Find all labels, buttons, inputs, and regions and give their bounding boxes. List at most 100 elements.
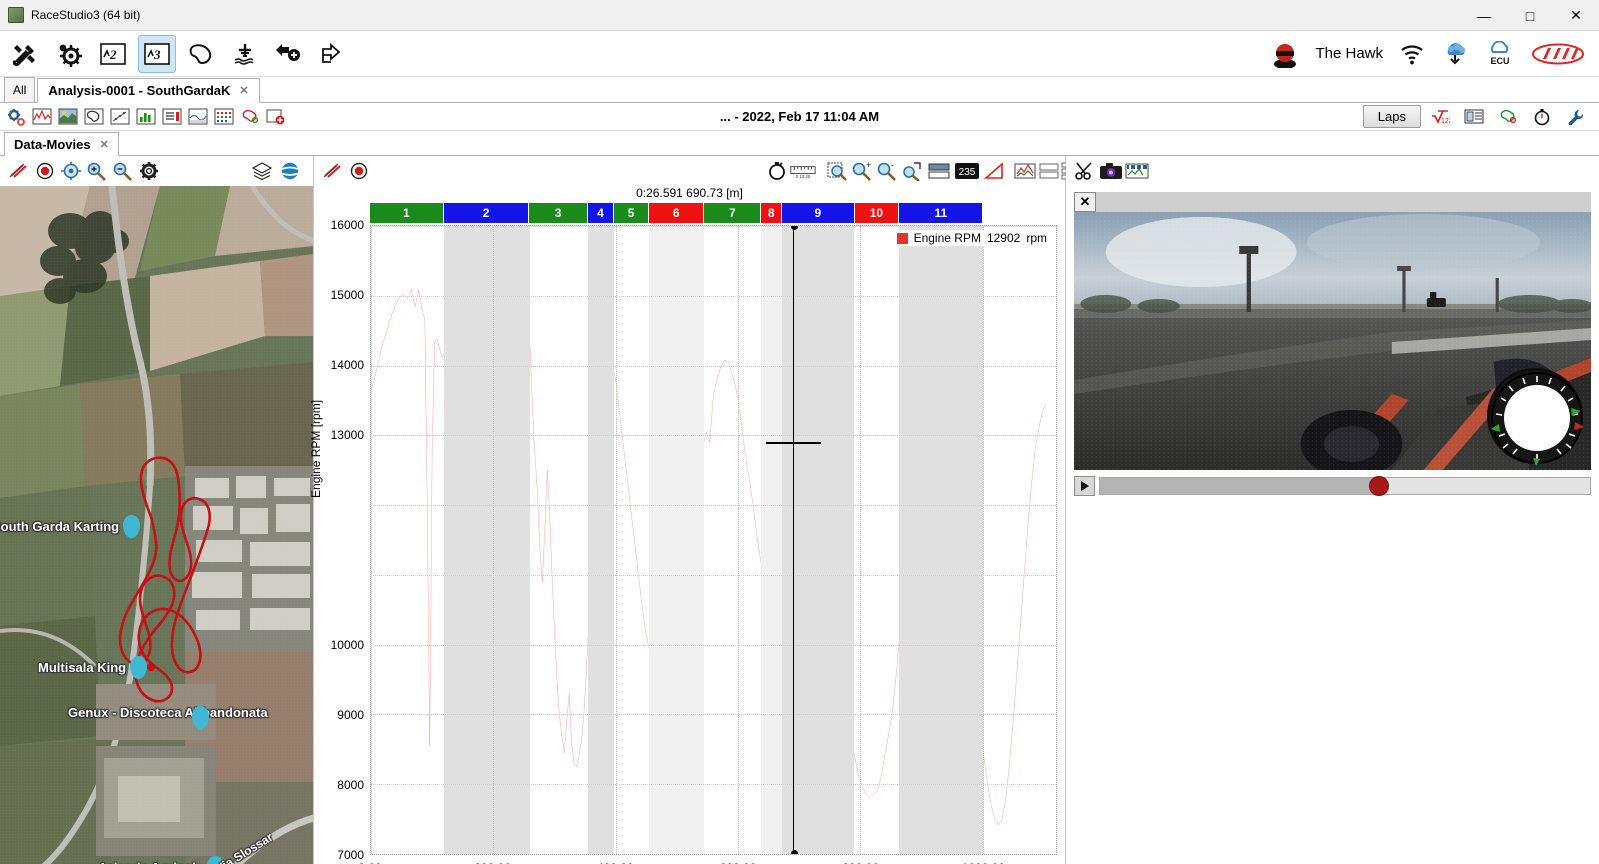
tab-analysis-0001[interactable]: Analysis-0001 - SouthGardaK ✕ [37, 78, 260, 103]
svg-text:0 10 20: 0 10 20 [796, 174, 811, 179]
zoom-select-icon[interactable] [824, 159, 850, 183]
plot-area[interactable]: Engine RPM 12902 rpm [370, 225, 1057, 855]
lap-segment-5[interactable]: 5 [614, 203, 650, 223]
map-layers-icon[interactable] [249, 159, 275, 183]
grid-line-horizontal [371, 574, 1056, 576]
add-channel-icon[interactable] [265, 107, 287, 127]
close-icon[interactable]: ✕ [1074, 192, 1096, 212]
shaded-band [444, 226, 531, 854]
lap-segment-9[interactable]: 9 [782, 203, 855, 223]
y-tick-13000: 13000 [330, 428, 364, 442]
lap-timer-icon[interactable] [1531, 107, 1553, 127]
histogram-icon[interactable] [135, 107, 157, 127]
zoom-fit-icon[interactable] [899, 159, 925, 183]
configuration-gear-icon[interactable] [50, 35, 88, 73]
close-button[interactable]: ✕ [1553, 0, 1599, 31]
y-tick-15000: 15000 [330, 287, 364, 302]
tab-data-movies[interactable]: Data-Movies ✕ [4, 132, 119, 156]
svg-text:ECU: ECU [1490, 56, 1509, 66]
zoom-out-icon[interactable]: - [874, 159, 900, 183]
value-box-text: 235 [959, 167, 976, 178]
tracks-icon[interactable] [182, 35, 220, 73]
tab-all[interactable]: All [4, 77, 36, 102]
wifi-icon[interactable] [1399, 43, 1425, 65]
chart-body: 1 2 3 4 5 6 7 8 9 10 11 Engine RPM [rpm] 7000 8000 9… [309, 203, 1065, 864]
tools-icon[interactable] [6, 35, 44, 73]
scissors-cut-icon[interactable] [1072, 159, 1098, 183]
laps-button[interactable]: Laps [1362, 105, 1421, 128]
shaded-band [588, 226, 615, 854]
wrench-settings-icon[interactable] [1565, 107, 1587, 127]
lap-segment-2[interactable]: 2 [443, 203, 530, 223]
export-icon[interactable] [314, 35, 352, 73]
track-map-canvas[interactable]: South Garda Karting Multisala King Genux… [0, 186, 313, 864]
grid-line-horizontal [371, 644, 1056, 646]
lap-segment-11[interactable]: 11 [899, 203, 984, 223]
lap-segment-10[interactable]: 10 [854, 203, 900, 223]
slope-icon[interactable] [982, 159, 1008, 183]
gauge-dial [1491, 372, 1584, 466]
analysis-sub-toolbar: ... - 2022, Feb 17 11:04 AM Laps 123 [0, 103, 1599, 131]
scrubber-handle[interactable] [1369, 476, 1390, 496]
rs2-analysis-icon[interactable]: 2 [94, 35, 132, 73]
cursor-bottom-handle[interactable] [790, 850, 798, 854]
chart-legend[interactable]: Engine RPM 12902 rpm [893, 230, 1050, 246]
measure-lines-icon[interactable] [320, 159, 346, 183]
ruler-icon[interactable]: 0 10 20 [790, 159, 816, 183]
video-frame[interactable]: Engine RPM 12900 96 Km/h [1074, 212, 1591, 470]
split-horizontal-icon[interactable] [926, 159, 952, 183]
import-icon[interactable] [270, 35, 308, 73]
aim-logo-icon[interactable] [1531, 42, 1585, 66]
track-map-icon[interactable] [57, 107, 79, 127]
rs3-analysis-icon[interactable]: 3 [138, 34, 176, 73]
map-settings-gear-icon[interactable] [136, 159, 162, 183]
cloud-download-icon[interactable] [1441, 42, 1469, 66]
camera-snapshot-icon[interactable] [1098, 159, 1124, 183]
value-box-icon[interactable]: 235 [954, 159, 980, 183]
measure-lines-icon[interactable] [6, 159, 32, 183]
center-target-icon[interactable] [58, 159, 84, 183]
close-icon[interactable]: ✕ [100, 138, 109, 151]
device-download-icon[interactable] [226, 35, 264, 73]
lap-segment-8[interactable]: 8 [761, 203, 783, 223]
lap-segment-4[interactable]: 4 [587, 203, 615, 223]
xy-plot-icon[interactable] [109, 107, 131, 127]
track-manager-icon[interactable] [1497, 107, 1519, 127]
record-point-icon[interactable] [346, 159, 372, 183]
zoom-out-icon[interactable] [110, 159, 136, 183]
sub-toolbar-right: Laps 123 [1362, 105, 1591, 128]
lap-segment-6[interactable]: 6 [649, 203, 705, 223]
lap-segment-bar[interactable]: 1 2 3 4 5 6 7 8 9 10 11 [370, 203, 1057, 223]
lap-segment-3[interactable]: 3 [529, 203, 588, 223]
ecu-cloud-icon[interactable]: ECU [1485, 40, 1515, 67]
legend-unit: rpm [1026, 231, 1047, 245]
legend-color-swatch [896, 232, 908, 244]
overlay-chart-icon[interactable] [1012, 159, 1038, 183]
video-container: ✕ [1066, 186, 1599, 496]
track-edit-icon[interactable] [239, 107, 261, 127]
maximize-button[interactable]: □ [1507, 0, 1553, 31]
video-scrubber[interactable] [1099, 476, 1591, 496]
record-point-icon[interactable] [32, 159, 58, 183]
scatter-icon[interactable] [187, 107, 209, 127]
driver-helmet-avatar[interactable] [1271, 40, 1299, 68]
track-shape-icon[interactable] [83, 107, 105, 127]
math-channels-icon[interactable]: 123 [1429, 107, 1451, 127]
minimize-button[interactable]: — [1461, 0, 1507, 31]
lap-segment-1[interactable]: 1 [370, 203, 444, 223]
report-icon[interactable] [161, 107, 183, 127]
lap-segment-7[interactable]: 7 [704, 203, 762, 223]
zoom-in-icon[interactable]: + [849, 159, 875, 183]
zoom-in-icon[interactable] [84, 159, 110, 183]
y-axis-labels: Engine RPM [rpm] 7000 8000 9000 10000 13000 1… [309, 218, 368, 862]
time-distance-chart-icon[interactable] [31, 107, 53, 127]
play-button[interactable] [1074, 476, 1095, 496]
satellite-view-icon[interactable] [277, 159, 303, 183]
close-icon[interactable]: ✕ [239, 84, 248, 97]
stopwatch-icon[interactable] [764, 159, 790, 183]
settings-gear-icon[interactable] [5, 107, 27, 127]
cursor-line[interactable] [790, 226, 798, 854]
movie-clapper-icon[interactable] [1124, 159, 1150, 183]
laps-table-icon[interactable] [213, 107, 235, 127]
channels-list-icon[interactable] [1463, 107, 1485, 127]
